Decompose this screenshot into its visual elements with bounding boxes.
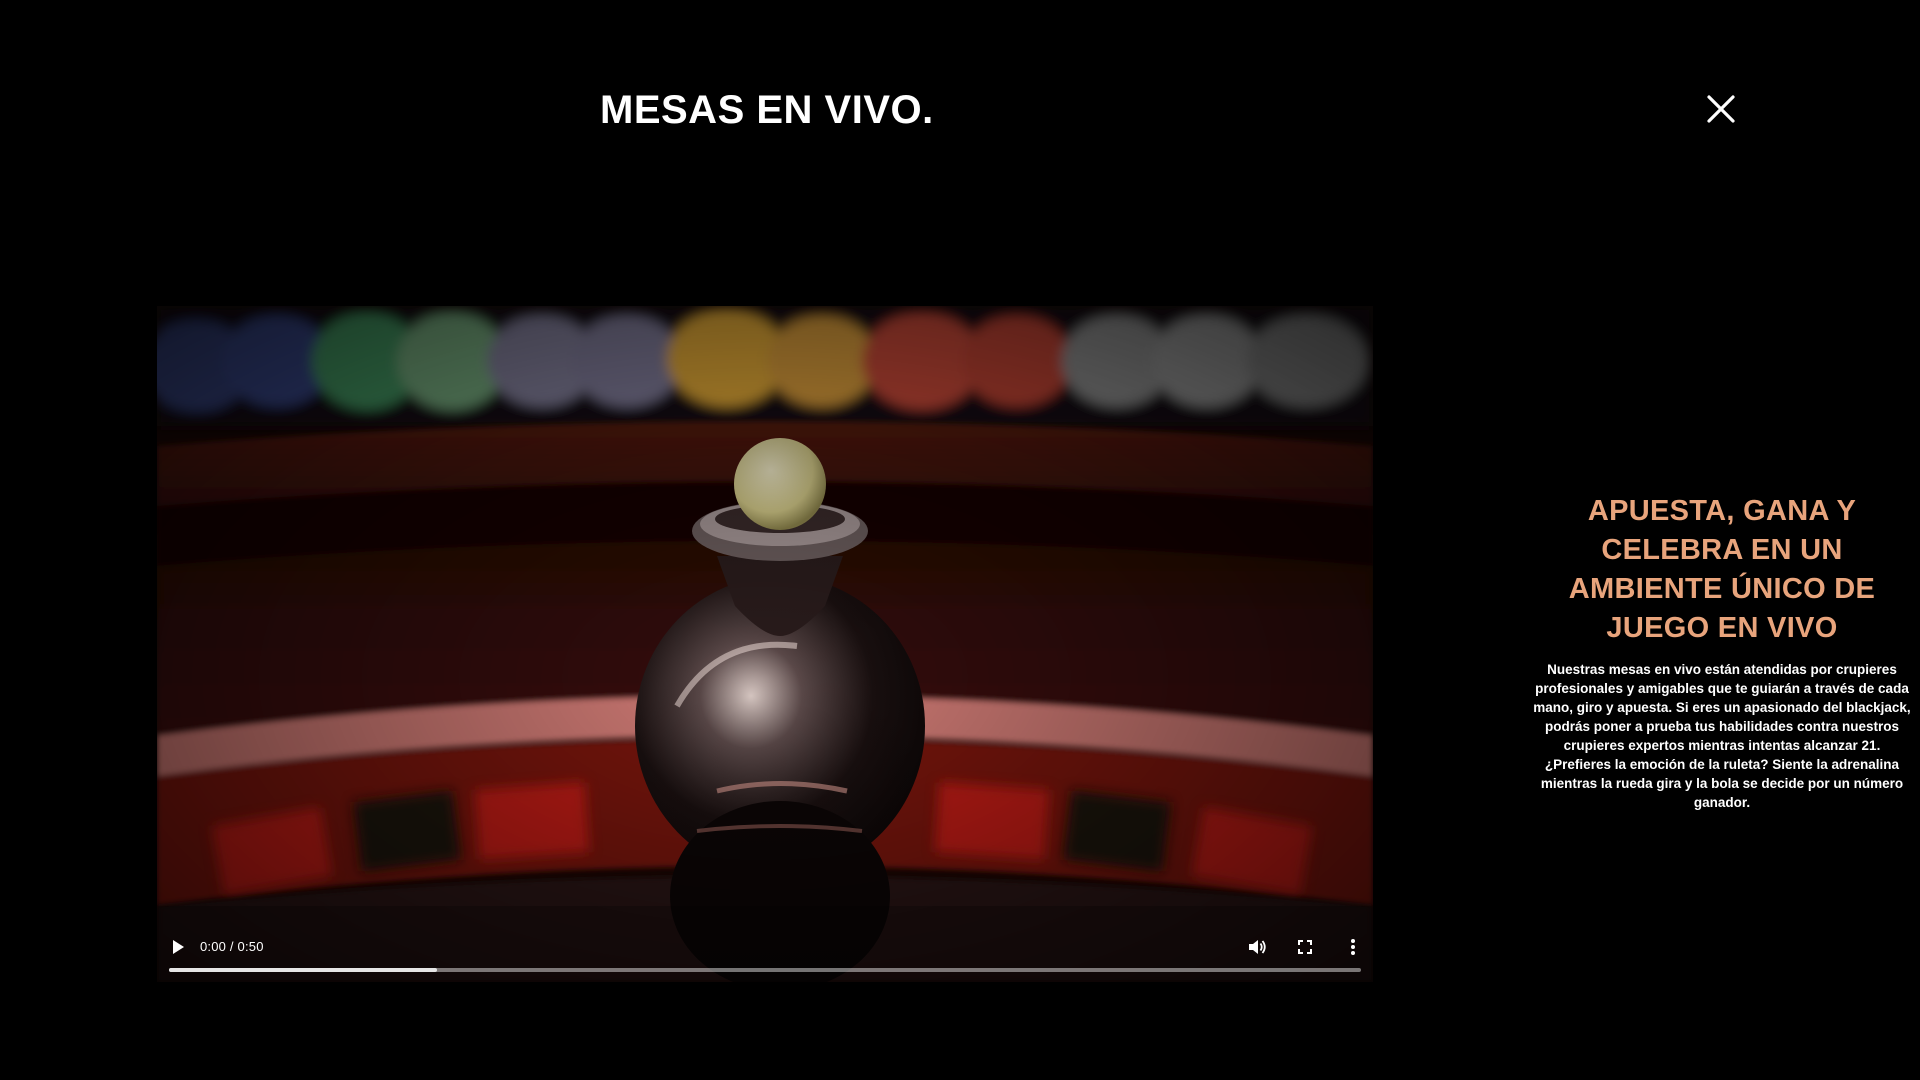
video-progress-bar[interactable]	[169, 968, 1361, 972]
info-heading: APUESTA, GANA Y CELEBRA EN UN AMBIENTE Ú…	[1568, 495, 1876, 644]
close-button[interactable]	[1704, 92, 1738, 126]
video-player[interactable]: 0:00 / 0:50	[157, 306, 1373, 982]
info-description: Nuestras mesas en vivo están atendidas p…	[1533, 662, 1911, 810]
modal-title: MESAS EN VIVO.	[600, 88, 934, 132]
live-tables-modal: MESAS EN VIVO. 0:00 / 0:50 APUESTA, GANA…	[0, 0, 1920, 1080]
video-progress-fill	[169, 968, 438, 972]
play-button[interactable]	[168, 937, 188, 957]
video-frame-roulette	[157, 306, 1373, 982]
fullscreen-icon	[1298, 940, 1312, 954]
fullscreen-button[interactable]	[1294, 936, 1316, 958]
more-options-button[interactable]	[1342, 936, 1364, 958]
more-vertical-icon	[1351, 939, 1355, 955]
volume-icon	[1249, 940, 1266, 954]
info-panel: APUESTA, GANA Y CELEBRA EN UN AMBIENTE Ú…	[1530, 492, 1914, 812]
play-icon	[173, 940, 184, 954]
volume-button[interactable]	[1246, 936, 1268, 958]
close-icon	[1707, 95, 1735, 123]
